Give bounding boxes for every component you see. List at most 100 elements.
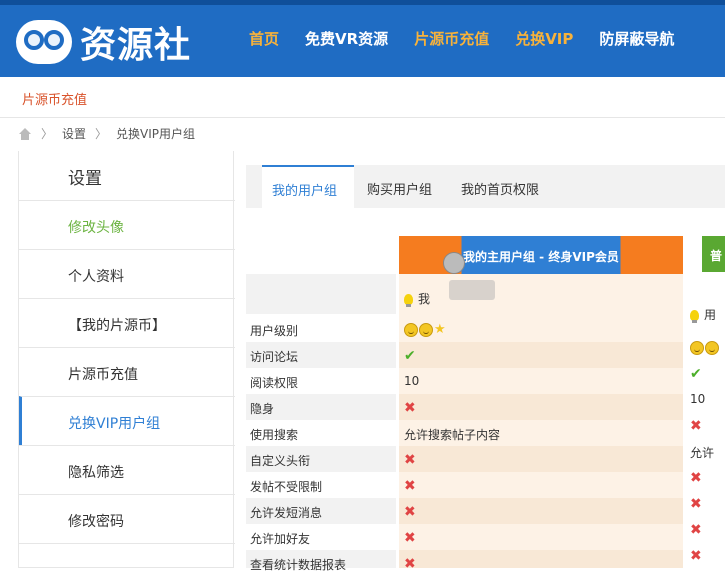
smiley-icon <box>705 340 719 355</box>
cross-icon: ✖ <box>404 504 416 520</box>
permission-labels: 用户级别 访问论坛 阅读权限 隐身 使用搜索 自定义头衔 发帖不受限制 允许发短… <box>246 236 396 572</box>
cross-icon: ✖ <box>404 452 416 468</box>
chevron-right-icon: 〉 <box>41 127 54 141</box>
cross-icon: ✖ <box>690 496 702 512</box>
row-label: 允许发短消息 <box>246 498 396 524</box>
group-column-vip: 我的主用户组 - 终身VIP会员 我 ★ ✔ 10 ✖ 允许搜索帖子内容 ✖ ✖… <box>399 236 683 572</box>
cell-invisible: ✖ <box>688 412 725 438</box>
cell-custom-title: ✖ <box>399 446 683 472</box>
sidebar-item-label: 【我的片源币】 <box>68 318 166 334</box>
group-column-normal: 普 用 ✔ 10 ✖ 允许 ✖ ✖ ✖ ✖ <box>688 236 725 568</box>
sidebar-item-label: 修改密码 <box>68 514 124 530</box>
sidebar-item-privacy[interactable]: 隐私筛选 <box>19 445 235 494</box>
cell-view-stats: ✖ <box>399 550 683 572</box>
sidebar-item-recharge[interactable]: 片源币充值 <box>19 347 235 396</box>
sidebar-item-label: 个人资料 <box>68 269 124 285</box>
tab-home-permissions[interactable]: 我的首页权限 <box>461 165 561 208</box>
nav-anti-block[interactable]: 防屏蔽导航 <box>599 28 674 49</box>
check-icon: ✔ <box>690 366 702 382</box>
logo-text: 资源社 <box>80 25 192 66</box>
smiley-icon <box>404 322 418 337</box>
breadcrumb: 〉 设置 〉 兑换VIP用户组 <box>18 125 195 142</box>
cell-search: 允许搜索帖子内容 <box>404 428 501 442</box>
group-header: 普 <box>702 236 725 272</box>
main-nav: 首页 免费VR资源 片源币充值 兑换VIP 防屏蔽导航 <box>236 0 687 77</box>
cross-icon: ✖ <box>404 556 416 572</box>
cell-custom-title: ✖ <box>688 464 725 490</box>
cell-invisible: ✖ <box>399 394 683 420</box>
row-label: 允许加好友 <box>250 532 311 546</box>
cell-send-pm: ✖ <box>399 498 683 524</box>
cross-icon: ✖ <box>690 522 702 538</box>
sidebar-title-text: 设置 <box>68 169 102 189</box>
cell-user-level <box>688 334 725 360</box>
cross-icon: ✖ <box>404 400 416 416</box>
sidebar-item-label: 修改头像 <box>68 220 124 236</box>
home-icon[interactable] <box>18 127 32 140</box>
cell-read-level: 10 <box>690 392 706 406</box>
group-name: 我 <box>418 292 431 306</box>
settings-sidebar: 设置 修改头像 个人资料 【我的片源币】 片源币充值 兑换VIP用户组 隐私筛选… <box>18 151 235 568</box>
row-label: 用户级别 <box>250 324 299 338</box>
lightbulb-icon <box>690 310 699 323</box>
row-label: 查看统计数据报表 <box>246 550 396 572</box>
nav-recharge[interactable]: 片源币充值 <box>414 28 489 49</box>
row-label: 隐身 <box>246 394 396 420</box>
nav-free-vr[interactable]: 免费VR资源 <box>305 28 388 49</box>
cross-icon: ✖ <box>690 470 702 486</box>
cross-icon: ✖ <box>690 548 702 564</box>
cross-icon: ✖ <box>404 530 416 546</box>
breadcrumb-current: 兑换VIP用户组 <box>116 127 196 141</box>
sidebar-item-profile[interactable]: 个人资料 <box>19 249 235 298</box>
site-header: 资源社 首页 免费VR资源 片源币充值 兑换VIP 防屏蔽导航 <box>0 0 725 77</box>
breadcrumb-settings[interactable]: 设置 <box>62 125 86 142</box>
cell-add-friend: ✖ <box>688 542 725 568</box>
blurred-username <box>449 280 495 300</box>
sidebar-item-empty <box>19 543 235 568</box>
group-name: 用 <box>704 308 717 322</box>
cell-add-friend: ✖ <box>399 524 683 550</box>
row-label: 发帖不受限制 <box>250 480 323 494</box>
group-name-cell: 用 <box>688 300 725 326</box>
sidebar-item-label: 兑换VIP用户组 <box>68 416 161 432</box>
cell-send-pm: ✖ <box>688 516 725 542</box>
cell-post-unlimited: ✖ <box>688 490 725 516</box>
site-logo[interactable]: 资源社 <box>16 16 191 68</box>
cell-user-level: ★ <box>399 316 683 342</box>
cell-search: 允许 <box>690 446 715 460</box>
cell-read-level: 10 <box>404 374 420 388</box>
smiley-icon <box>419 322 433 337</box>
sub-header: 片源币充值 <box>0 77 725 118</box>
lightbulb-icon <box>404 294 413 307</box>
nav-exchange-vip[interactable]: 兑换VIP <box>515 28 573 49</box>
row-label: 自定义头衔 <box>246 446 396 472</box>
sidebar-item-label: 隐私筛选 <box>68 465 124 481</box>
sidebar-title: 设置 <box>19 151 235 200</box>
check-icon: ✔ <box>404 348 416 364</box>
row-label: 阅读权限 <box>250 376 299 390</box>
subbar-recharge-link[interactable]: 片源币充值 <box>22 89 87 108</box>
row-label: 访问论坛 <box>246 342 396 368</box>
row-label: 使用搜索 <box>250 428 299 442</box>
sidebar-item-label: 片源币充值 <box>68 367 138 383</box>
sidebar-item-exchange-vip[interactable]: 兑换VIP用户组 <box>19 396 235 445</box>
cross-icon: ✖ <box>404 478 416 494</box>
sidebar-item-password[interactable]: 修改密码 <box>19 494 235 543</box>
tab-my-groups[interactable]: 我的用户组 <box>262 165 354 208</box>
group-header-label: 普 <box>710 249 723 263</box>
sidebar-item-my-coins[interactable]: 【我的片源币】 <box>19 298 235 347</box>
group-name-cell: 我 <box>399 284 683 312</box>
vr-glasses-icon <box>16 20 72 64</box>
chevron-right-icon: 〉 <box>95 127 108 141</box>
sidebar-item-avatar[interactable]: 修改头像 <box>19 200 235 249</box>
nav-home[interactable]: 首页 <box>249 28 279 49</box>
cell-post-unlimited: ✖ <box>399 472 683 498</box>
tab-bar: 我的用户组 购买用户组 我的首页权限 <box>246 165 725 208</box>
cross-icon: ✖ <box>690 418 702 434</box>
star-icon: ★ <box>434 322 446 337</box>
tab-buy-groups[interactable]: 购买用户组 <box>367 165 447 208</box>
smiley-icon <box>690 340 704 355</box>
group-header-label: 我的主用户组 - 终身VIP会员 <box>463 250 619 264</box>
cell-visit-forum: ✔ <box>399 342 683 368</box>
avatar <box>443 252 465 274</box>
